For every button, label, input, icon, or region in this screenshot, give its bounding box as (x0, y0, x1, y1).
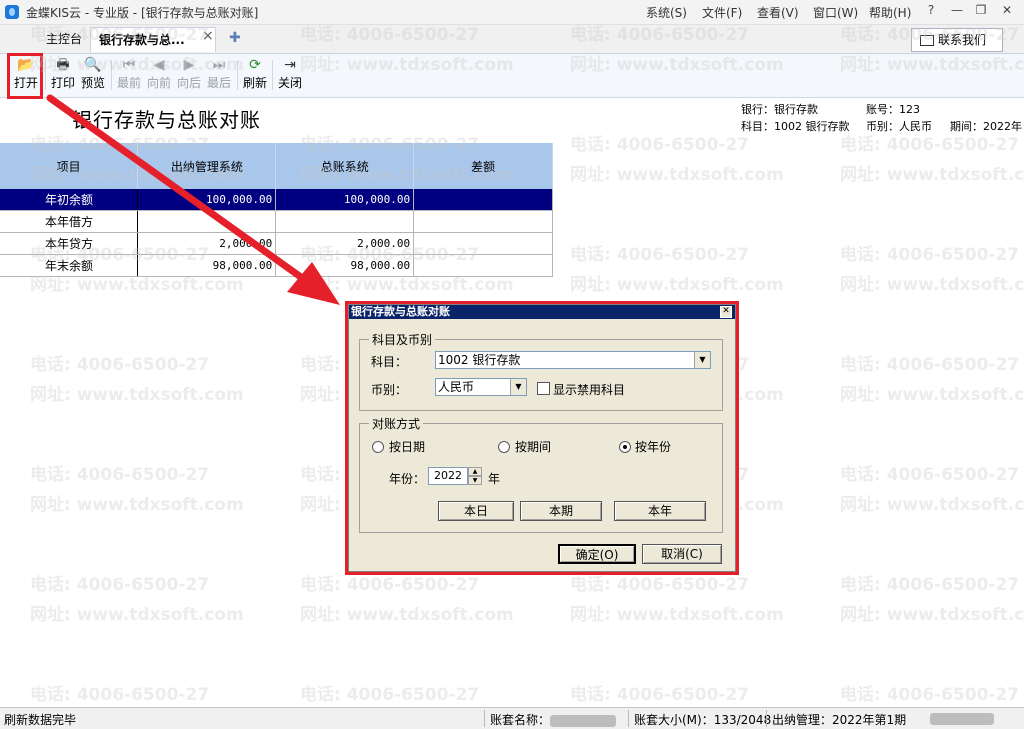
chevron-down-icon: ▼ (510, 379, 526, 395)
dialog-title: 银行存款与总账对账 (351, 305, 450, 318)
subject-label: 科目： (371, 355, 408, 369)
by-period-radio[interactable] (498, 441, 510, 453)
status-divider (484, 710, 485, 727)
chevron-down-icon: ▼ (694, 352, 710, 368)
currency-select-value: 人民币 (438, 380, 475, 394)
status-bar: 刷新数据完毕 账套名称： 账套大小(M)：133/2048 出纳管理：2022年… (0, 707, 1024, 729)
spin-down-icon[interactable]: ▼ (468, 476, 482, 485)
year-label: 年份： (389, 472, 426, 486)
spin-up-icon[interactable]: ▲ (468, 467, 482, 476)
currency-label: 币别： (371, 383, 408, 397)
status-divider (766, 710, 767, 727)
status-divider (628, 710, 629, 727)
by-date-label: 按日期 (389, 440, 426, 454)
book-name: 账套名称： (490, 711, 617, 728)
book-name-redacted (550, 714, 617, 727)
year-input[interactable]: 2022 (428, 467, 468, 485)
year-stepper[interactable]: ▲ ▼ (468, 467, 482, 485)
user-redacted-blur (930, 712, 994, 725)
cancel-button[interactable]: 取消(C) (642, 544, 722, 564)
cashier-period: 出纳管理：2022年第1期 (772, 713, 907, 727)
status-message: 刷新数据完毕 (4, 713, 77, 727)
subject-select[interactable]: 1002 银行存款 ▼ (435, 351, 711, 369)
book-size: 账套大小(M)：133/2048 (634, 713, 772, 727)
by-year-radio[interactable] (619, 441, 631, 453)
ok-button[interactable]: 确定(O) (558, 544, 636, 564)
today-button[interactable]: 本日 (438, 501, 514, 521)
show-disabled-checkbox[interactable] (537, 382, 550, 395)
this-year-button[interactable]: 本年 (614, 501, 706, 521)
subject-select-value: 1002 银行存款 (438, 353, 521, 367)
by-period-label: 按期间 (515, 440, 552, 454)
this-period-button[interactable]: 本期 (520, 501, 602, 521)
group-legend-subject: 科目及币别 (369, 331, 436, 348)
dialog-close-icon[interactable]: ✕ (720, 306, 732, 318)
show-disabled-label: 显示禁用科目 (553, 383, 626, 397)
by-year-label: 按年份 (635, 440, 672, 454)
group-legend-mode: 对账方式 (369, 415, 424, 432)
currency-select[interactable]: 人民币 ▼ (435, 378, 527, 396)
by-date-radio[interactable] (372, 441, 384, 453)
book-name-label: 账套名称： (490, 713, 551, 727)
subject-currency-group (359, 339, 723, 411)
dialog-title-bar: 银行存款与总账对账 ✕ (349, 305, 735, 319)
user-redacted (930, 711, 994, 725)
year-unit: 年 (488, 472, 501, 486)
bank-reconcile-dialog: 银行存款与总账对账 ✕ 科目及币别 科目： 1002 银行存款 ▼ 币别： 人民… (348, 304, 736, 572)
